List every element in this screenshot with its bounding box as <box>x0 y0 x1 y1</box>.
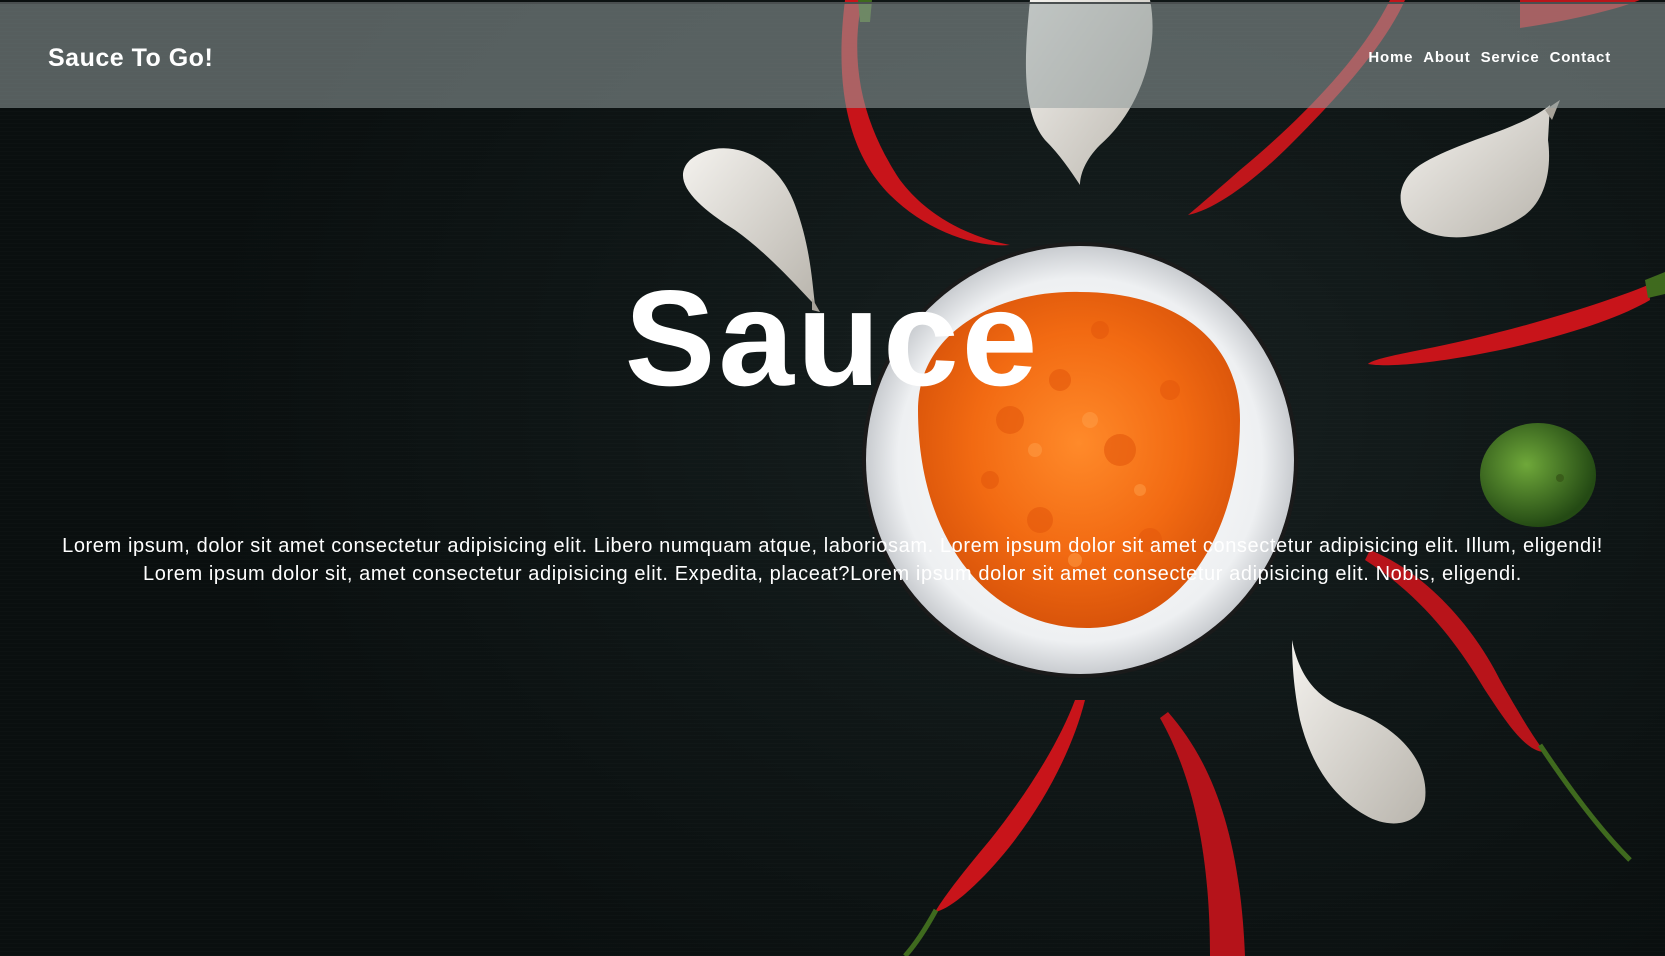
lime-icon <box>1480 423 1596 527</box>
main-nav: Home About Service Contact <box>1368 49 1611 66</box>
nav-link-service[interactable]: Service <box>1481 49 1540 66</box>
red-chili-pepper-icon <box>1160 712 1245 956</box>
site-brand-logo[interactable]: Sauce To Go! <box>48 44 213 73</box>
nav-link-about[interactable]: About <box>1423 49 1470 66</box>
top-navigation-bar: Sauce To Go! Home About Service Contact <box>0 2 1665 108</box>
garlic-clove-icon <box>1292 640 1426 824</box>
nav-link-home[interactable]: Home <box>1368 49 1413 66</box>
red-chili-pepper-icon <box>903 700 1085 956</box>
hero-title: Sauce <box>624 262 1041 414</box>
hero-description: Lorem ipsum, dolor sit amet consectetur … <box>62 535 1603 585</box>
nav-link-contact[interactable]: Contact <box>1550 49 1611 66</box>
page: Sauce To Go! Home About Service Contact … <box>0 0 1665 956</box>
hero-food-illustration <box>682 0 1665 956</box>
garlic-clove-icon <box>1400 100 1560 238</box>
